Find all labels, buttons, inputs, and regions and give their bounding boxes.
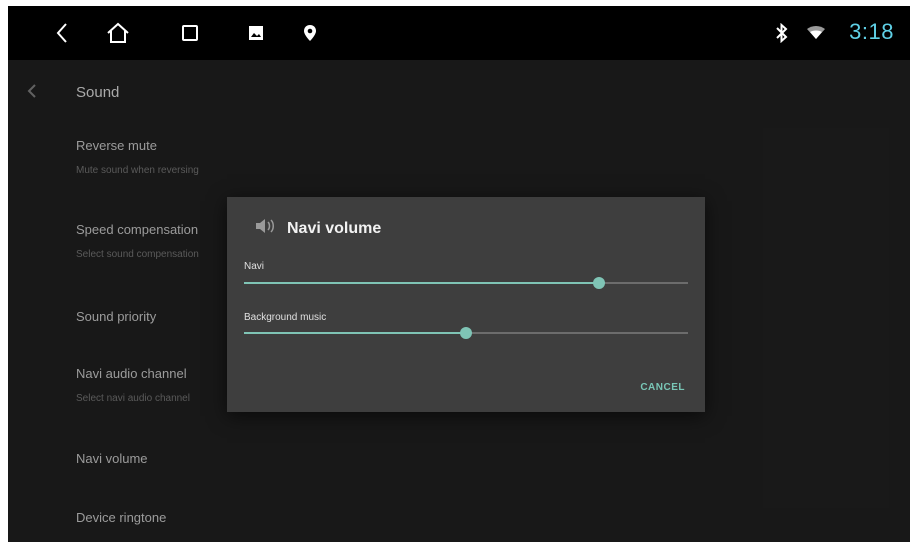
screen: 3:18 Sound Reverse mute Mute sound when … <box>8 6 910 542</box>
clock: 3:18 <box>849 19 894 44</box>
recents-icon[interactable] <box>176 19 204 47</box>
slider-fill <box>244 332 466 334</box>
cancel-button[interactable]: CANCEL <box>640 382 685 393</box>
slider-thumb[interactable] <box>460 327 472 339</box>
slider-label-navi: Navi <box>244 261 265 272</box>
dialog-title: Navi volume <box>287 219 382 237</box>
navi-volume-slider[interactable] <box>244 277 688 289</box>
slider-fill <box>244 282 600 284</box>
location-icon <box>296 19 324 47</box>
background-music-slider[interactable] <box>244 327 688 339</box>
slider-label-background-music: Background music <box>244 312 327 323</box>
status-bar: 3:18 <box>8 6 910 60</box>
back-icon[interactable] <box>48 19 76 47</box>
home-icon[interactable] <box>104 19 132 47</box>
speaker-icon <box>255 218 277 239</box>
dialog-header: Navi volume <box>255 218 381 239</box>
wifi-icon <box>802 19 830 47</box>
gallery-icon <box>242 19 270 47</box>
slider-thumb[interactable] <box>593 277 606 289</box>
bluetooth-icon <box>768 19 796 47</box>
navi-volume-dialog: Navi volume Navi Background music CANCEL <box>227 197 705 412</box>
